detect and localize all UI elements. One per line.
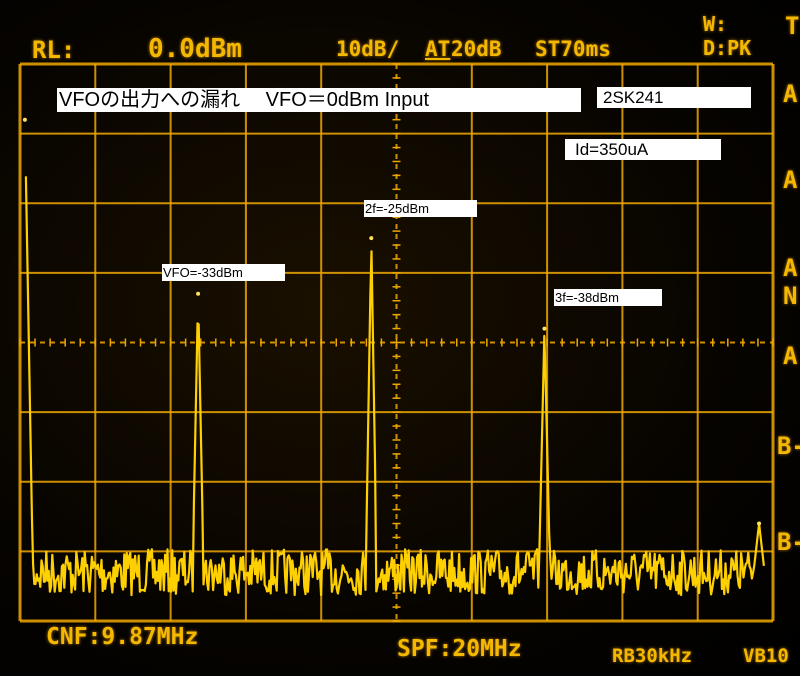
peak-label-3f: 3f=-38dBm <box>554 289 662 306</box>
trace-mode-w: W: <box>703 12 728 36</box>
ref-level-value: 0.0dBm <box>148 34 242 64</box>
detector-mode: D:PK <box>703 36 752 60</box>
softkey-1[interactable]: T <box>785 12 799 40</box>
atten-prefix: AT <box>425 37 451 61</box>
peak-label-2f: 2f=-25dBm <box>364 200 477 217</box>
softkey-4[interactable]: A <box>783 254 797 282</box>
softkey-3[interactable]: A <box>783 166 797 194</box>
bias-label: Id=350uA <box>565 139 721 160</box>
softkey-5[interactable]: A <box>783 342 797 370</box>
peak-point-2 <box>369 236 374 241</box>
chart-title: VFOの出力への漏れ VFO＝0dBm Input <box>57 88 581 112</box>
ref-level-label: RL: <box>32 36 76 64</box>
softkey-7[interactable]: B- <box>777 528 800 556</box>
spectrum-trace <box>24 176 765 597</box>
scale-readout: 10dB/ <box>336 37 400 61</box>
center-frequency-readout: CNF:9.87MHz <box>46 624 199 650</box>
vbw-readout: VB10 <box>743 645 789 667</box>
atten-value: 20dB <box>451 37 502 61</box>
sweep-time-readout: ST70ms <box>535 37 611 61</box>
softkey-4b[interactable]: N <box>783 282 797 310</box>
span-readout: SPF:20MHz <box>397 636 522 662</box>
peak-point-4 <box>757 521 762 526</box>
peak-point-1 <box>196 291 201 296</box>
softkey-6[interactable]: B- <box>777 432 800 460</box>
device-label: 2SK241 <box>597 87 751 108</box>
softkey-2[interactable]: A <box>783 80 797 108</box>
peak-label-vfo: VFO=-33dBm <box>162 264 285 281</box>
rbw-readout: RB30kHz <box>612 645 693 667</box>
peak-point-3 <box>542 326 547 331</box>
peak-point-0 <box>22 117 27 122</box>
